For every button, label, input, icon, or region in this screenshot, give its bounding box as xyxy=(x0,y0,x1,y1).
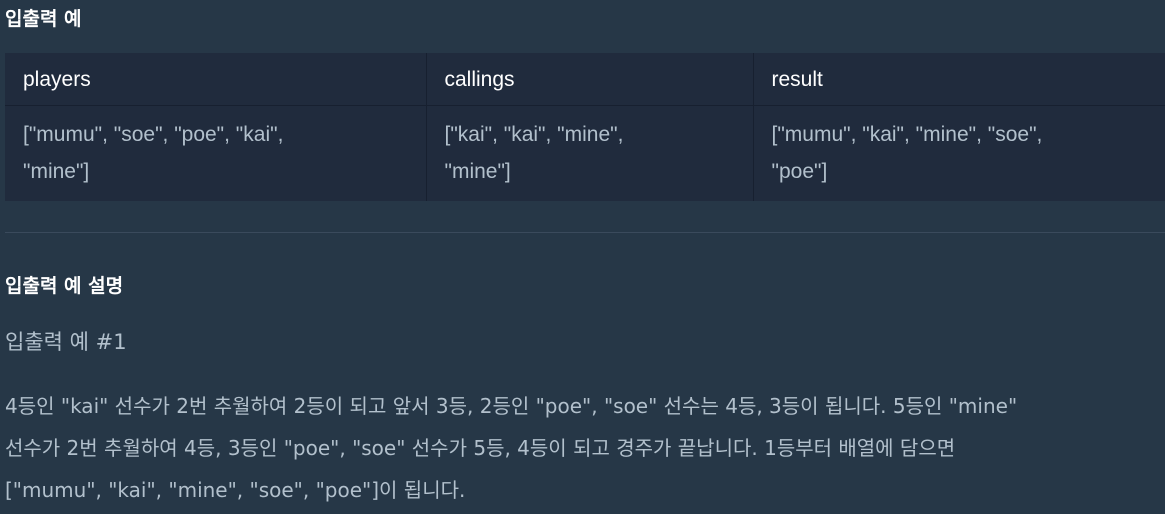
cell-callings-line: "mine"] xyxy=(444,159,511,183)
cell-callings: ["kai", "kai", "mine", "mine"] xyxy=(426,105,754,201)
cell-callings-line: ["kai", "kai", "mine", xyxy=(444,122,624,146)
io-example-heading: 입출력 예 xyxy=(5,8,82,30)
section-divider xyxy=(5,232,1165,233)
cell-players-line: "mine"] xyxy=(23,159,90,183)
explanation-paragraph: 4등인 "kai" 선수가 2번 추월하여 2등이 되고 앞서 3등, 2등인 … xyxy=(5,385,1165,511)
cell-result-line: ["mumu", "kai", "mine", "soe", xyxy=(771,122,1043,146)
cell-players-line: ["mumu", "soe", "poe", "kai", xyxy=(23,122,284,146)
cell-result-line: "poe"] xyxy=(771,159,828,183)
explanation-line: 4등인 "kai" 선수가 2번 추월하여 2등이 되고 앞서 3등, 2등인 … xyxy=(5,394,1018,418)
column-header-result: result xyxy=(753,53,1165,106)
cell-result: ["mumu", "kai", "mine", "soe", "poe"] xyxy=(753,105,1165,201)
column-header-callings: callings xyxy=(426,53,754,106)
io-explanation-heading: 입출력 예 설명 xyxy=(5,275,124,297)
io-example-table: players callings result ["mumu", "soe", … xyxy=(5,53,1165,201)
cell-players: ["mumu", "soe", "poe", "kai", "mine"] xyxy=(5,105,427,201)
column-header-players: players xyxy=(5,53,427,106)
table-header-row: players callings result xyxy=(5,53,1165,106)
example-label: 입출력 예 #1 xyxy=(5,330,127,354)
problem-content: 입출력 예 players callings result ["mumu", "… xyxy=(0,0,1165,514)
explanation-line: 선수가 2번 추월하여 4등, 3등인 "poe", "soe" 선수가 5등,… xyxy=(5,436,956,460)
explanation-line: ["mumu", "kai", "mine", "soe", "poe"]이 됩… xyxy=(5,478,466,502)
table-row: ["mumu", "soe", "poe", "kai", "mine"] ["… xyxy=(5,105,1165,201)
